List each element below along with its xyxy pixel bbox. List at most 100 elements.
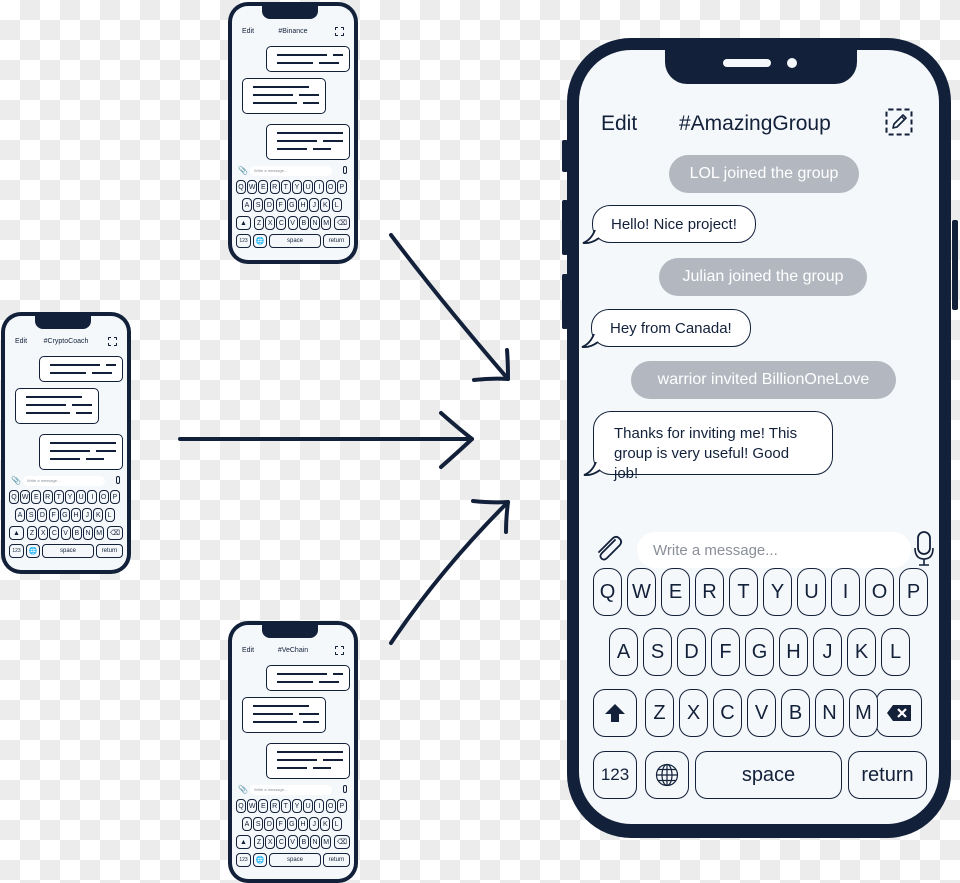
key-letter[interactable]: R [42, 490, 53, 504]
key-letter[interactable]: G [59, 508, 70, 522]
edit-button[interactable]: Edit [601, 112, 637, 136]
key-letter[interactable]: I [314, 799, 325, 813]
return-key[interactable]: return [323, 853, 350, 867]
numbers-key[interactable]: 123 [236, 234, 251, 248]
key-letter[interactable]: X [38, 526, 49, 540]
key-letter[interactable]: V [747, 689, 776, 737]
key-letter[interactable]: K [847, 628, 876, 676]
key-letter[interactable]: J [309, 817, 320, 831]
compose-icon[interactable] [885, 108, 913, 136]
key-letter[interactable]: L [331, 198, 342, 212]
key-letter[interactable]: W [247, 180, 258, 194]
key-letter[interactable]: T [53, 490, 64, 504]
paperclip-icon[interactable] [593, 534, 623, 564]
return-key[interactable]: return [848, 751, 927, 799]
numbers-key[interactable]: 123 [593, 751, 637, 799]
shift-key[interactable] [593, 689, 637, 737]
key-letter[interactable]: Z [254, 835, 264, 849]
globe-key[interactable]: 🌐 [26, 544, 40, 558]
key-letter[interactable]: P [899, 568, 928, 616]
compose-icon[interactable] [335, 27, 344, 36]
key-letter[interactable]: N [310, 216, 320, 230]
numbers-key[interactable]: 123 [236, 853, 251, 867]
key-letter[interactable]: H [779, 628, 808, 676]
key-letter[interactable]: R [269, 180, 280, 194]
key-letter[interactable]: L [881, 628, 910, 676]
shift-key[interactable]: ▲ [9, 526, 24, 540]
key-letter[interactable]: O [98, 490, 109, 504]
key-letter[interactable]: J [82, 508, 93, 522]
key-letter[interactable]: A [15, 508, 25, 522]
key-letter[interactable]: Z [27, 526, 37, 540]
key-letter[interactable]: H [298, 198, 308, 212]
key-letter[interactable]: K [320, 817, 331, 831]
space-key[interactable]: space [42, 544, 94, 558]
key-letter[interactable]: J [813, 628, 842, 676]
key-letter[interactable]: E [258, 799, 269, 813]
key-letter[interactable]: N [310, 835, 320, 849]
key-letter[interactable]: X [265, 835, 276, 849]
key-letter[interactable]: D [264, 817, 275, 831]
key-letter[interactable]: O [865, 568, 894, 616]
key-letter[interactable]: J [309, 198, 320, 212]
key-letter[interactable]: C [713, 689, 742, 737]
key-letter[interactable]: N [83, 526, 93, 540]
key-letter[interactable]: W [247, 799, 258, 813]
key-letter[interactable]: A [609, 628, 638, 676]
microphone-icon[interactable] [116, 476, 120, 484]
key-letter[interactable]: P [109, 490, 120, 504]
key-letter[interactable]: B [71, 526, 82, 540]
space-key[interactable]: space [695, 751, 842, 799]
key-letter[interactable]: T [280, 799, 291, 813]
key-letter[interactable]: B [781, 689, 810, 737]
key-letter[interactable]: D [677, 628, 706, 676]
key-letter[interactable]: A [242, 817, 252, 831]
key-letter[interactable]: B [298, 216, 309, 230]
key-letter[interactable]: P [336, 799, 347, 813]
key-letter[interactable]: Q [236, 799, 246, 813]
key-letter[interactable]: U [76, 490, 87, 504]
key-letter[interactable]: L [331, 817, 342, 831]
return-key[interactable]: return [323, 234, 350, 248]
key-letter[interactable]: D [264, 198, 275, 212]
key-letter[interactable]: U [797, 568, 826, 616]
key-letter[interactable]: P [336, 180, 347, 194]
key-letter[interactable]: T [280, 180, 291, 194]
key-letter[interactable]: G [286, 817, 297, 831]
key-letter[interactable]: E [661, 568, 690, 616]
key-letter[interactable]: G [745, 628, 774, 676]
key-letter[interactable]: O [325, 799, 336, 813]
microphone-icon[interactable] [343, 166, 347, 174]
space-key[interactable]: space [269, 853, 321, 867]
key-letter[interactable]: N [815, 689, 844, 737]
key-letter[interactable]: F [711, 628, 740, 676]
key-letter[interactable]: Y [292, 799, 302, 813]
key-letter[interactable]: V [287, 216, 298, 230]
key-letter[interactable]: Z [254, 216, 264, 230]
microphone-icon[interactable] [343, 785, 347, 793]
message-input[interactable]: Write a message... [250, 785, 332, 795]
key-letter[interactable]: I [831, 568, 860, 616]
key-letter[interactable]: V [60, 526, 71, 540]
globe-key[interactable]: 🌐 [253, 234, 267, 248]
key-letter[interactable]: O [325, 180, 336, 194]
key-letter[interactable]: M [849, 689, 878, 737]
key-letter[interactable]: C [276, 835, 287, 849]
message-input[interactable] [637, 532, 911, 568]
key-letter[interactable]: I [314, 180, 325, 194]
backspace-key[interactable]: ⌫ [334, 216, 350, 230]
key-letter[interactable]: Z [645, 689, 674, 737]
key-letter[interactable]: F [275, 817, 286, 831]
globe-key[interactable] [645, 751, 689, 799]
key-letter[interactable]: Q [236, 180, 246, 194]
key-letter[interactable]: Q [9, 490, 19, 504]
globe-key[interactable]: 🌐 [253, 853, 267, 867]
key-letter[interactable]: S [26, 508, 37, 522]
key-letter[interactable]: B [298, 835, 309, 849]
backspace-key[interactable]: ⌫ [107, 526, 123, 540]
key-letter[interactable]: M [321, 835, 332, 849]
key-letter[interactable]: L [104, 508, 115, 522]
key-letter[interactable]: E [31, 490, 42, 504]
key-letter[interactable]: A [242, 198, 252, 212]
key-letter[interactable]: W [627, 568, 656, 616]
